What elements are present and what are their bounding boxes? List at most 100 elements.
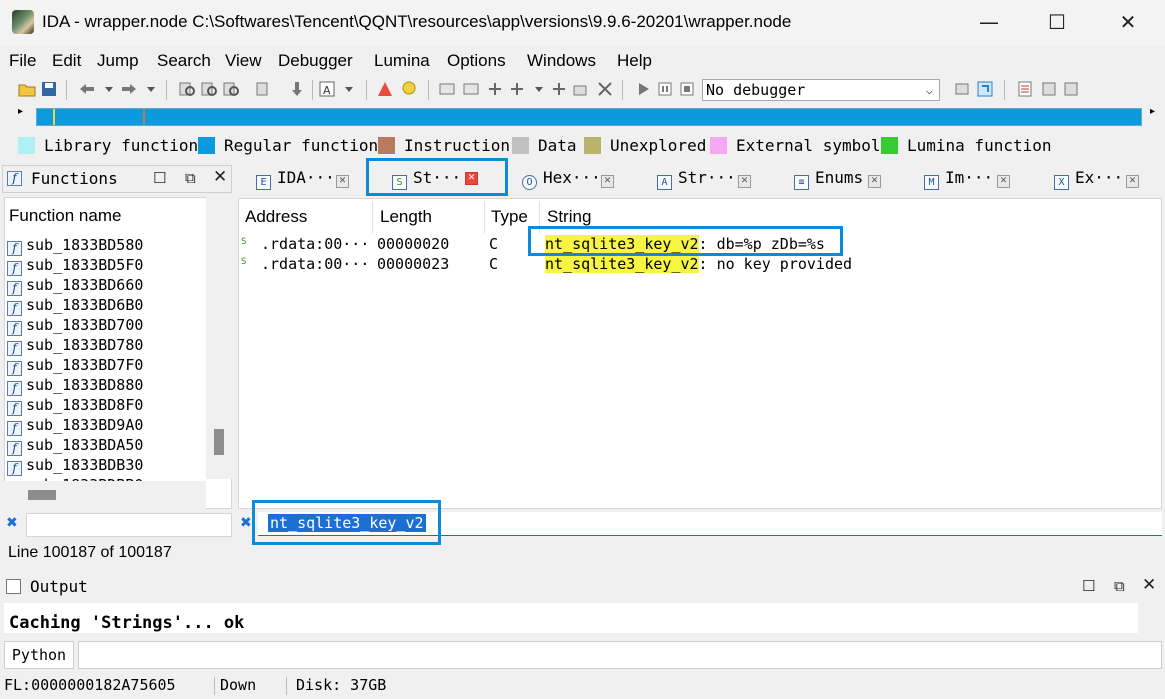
maximize-panel-icon[interactable]: ☐ <box>153 169 166 187</box>
menu-lumina[interactable]: Lumina <box>374 51 430 71</box>
strings-tab-highlight <box>366 158 508 196</box>
menu-view[interactable]: View <box>225 51 262 71</box>
search-next-icon[interactable] <box>254 80 272 98</box>
tab-ida-view-close-icon[interactable]: ✕ <box>336 175 349 188</box>
python-command-input[interactable] <box>78 641 1162 669</box>
nav-band-left-arrow-icon[interactable]: ▸ <box>18 106 23 117</box>
binary-search-icon[interactable] <box>178 80 196 98</box>
tab-structures[interactable]: A Str··· <box>657 168 736 194</box>
list-item[interactable]: f sub_1833BDA50 <box>7 436 143 456</box>
forward-arrow-icon[interactable] <box>120 80 138 98</box>
functions-panel-header[interactable]: f Functions ☐ ⧉ ✕ <box>2 165 232 193</box>
back-dropdown-icon[interactable] <box>100 80 118 98</box>
list-item[interactable]: f sub_1833BD780 <box>7 336 143 356</box>
menu-options[interactable]: Options <box>447 51 506 71</box>
tab-imports[interactable]: M Im··· <box>924 168 993 194</box>
play-icon[interactable] <box>634 80 652 98</box>
list-item[interactable]: f sub_1833BD5F0 <box>7 256 143 276</box>
list-item[interactable]: f sub_1833BD6B0 <box>7 296 143 316</box>
minimize-button[interactable]: — <box>974 10 1004 36</box>
navigation-band[interactable] <box>36 108 1142 126</box>
legend-swatch-library <box>18 137 35 154</box>
run-to-cursor-icon[interactable] <box>976 80 994 98</box>
menu-jump[interactable]: Jump <box>97 51 139 71</box>
plugin-remove-icon[interactable] <box>1062 80 1080 98</box>
add-function-icon[interactable] <box>486 80 504 98</box>
menu-search[interactable]: Search <box>157 51 211 71</box>
immediate-search-icon[interactable] <box>222 80 240 98</box>
maximize-button[interactable]: ☐ <box>1042 10 1072 36</box>
attach-icon[interactable] <box>954 80 972 98</box>
patch-icon[interactable] <box>550 80 568 98</box>
list-item[interactable]: f sub_1833BD700 <box>7 316 143 336</box>
column-header-string[interactable]: String <box>547 207 591 227</box>
functions-horizontal-scroll-thumb[interactable] <box>28 490 56 500</box>
tab-exports[interactable]: X Ex··· <box>1054 168 1123 194</box>
output-panel-header[interactable]: Output ☐ ⧉ ✕ <box>2 574 1162 600</box>
list-item[interactable]: f sub_1833BDB30 <box>7 456 143 476</box>
graph-icon[interactable] <box>438 80 456 98</box>
string-type-icon[interactable]: A <box>318 80 336 98</box>
menu-windows[interactable]: Windows <box>527 51 596 71</box>
back-arrow-icon[interactable] <box>78 80 96 98</box>
save-icon[interactable] <box>40 80 58 98</box>
function-filter-input[interactable] <box>26 513 232 537</box>
tab-ida-view[interactable]: E IDA··· <box>256 168 335 194</box>
column-header-address[interactable]: Address <box>245 207 307 227</box>
row-type: C <box>489 255 499 273</box>
tab-structures-close-icon[interactable]: ✕ <box>738 175 751 188</box>
graph-overview-icon[interactable] <box>462 80 480 98</box>
close-window-button[interactable]: ✕ <box>1113 10 1143 36</box>
column-header-type[interactable]: Type <box>491 207 528 227</box>
forward-dropdown-icon[interactable] <box>142 80 160 98</box>
functions-vertical-scroll-thumb[interactable] <box>214 429 224 455</box>
close-output-icon[interactable]: ✕ <box>1142 575 1156 595</box>
structures-icon: A <box>657 175 672 190</box>
column-header-length[interactable]: Length <box>380 207 432 227</box>
text-search-icon[interactable] <box>200 80 218 98</box>
tab-enums[interactable]: ≡ Enums <box>794 168 863 194</box>
nav-band-right-arrow-icon[interactable]: ▸ <box>1150 106 1155 117</box>
tab-exports-close-icon[interactable]: ✕ <box>1126 175 1139 188</box>
add-item-icon[interactable] <box>508 80 526 98</box>
list-item[interactable]: f sub_1833BD8F0 <box>7 396 143 416</box>
list-icon[interactable] <box>1016 80 1034 98</box>
down-arrow-icon[interactable] <box>288 80 306 98</box>
list-item[interactable]: f sub_1833BD880 <box>7 376 143 396</box>
tab-hex-view[interactable]: O Hex··· <box>522 168 601 194</box>
menu-edit[interactable]: Edit <box>52 51 81 71</box>
tab-hex-view-close-icon[interactable]: ✕ <box>601 175 614 188</box>
open-folder-icon[interactable] <box>18 80 36 98</box>
list-item[interactable]: f sub_1833BD7F0 <box>7 356 143 376</box>
function-icon: f <box>7 441 22 456</box>
plugin-icon[interactable] <box>1040 80 1058 98</box>
warning-icon[interactable] <box>376 80 394 98</box>
list-item[interactable]: f sub_1833BD580 <box>7 236 143 256</box>
lightbulb-icon[interactable] <box>400 80 418 98</box>
edit-icon[interactable] <box>572 80 590 98</box>
close-panel-icon[interactable]: ✕ <box>213 167 227 187</box>
stop-icon[interactable] <box>678 80 696 98</box>
row-address: .rdata:00··· <box>261 255 370 273</box>
python-language-button[interactable]: Python <box>4 641 74 669</box>
menu-file[interactable]: File <box>9 51 36 71</box>
function-name: sub_1833BD780 <box>26 336 144 354</box>
add-dropdown-icon[interactable] <box>530 80 548 98</box>
string-filter-clear-icon[interactable]: ✖ <box>240 515 252 531</box>
list-item[interactable]: f sub_1833BD660 <box>7 276 143 296</box>
tab-imports-close-icon[interactable]: ✕ <box>997 175 1010 188</box>
float-output-icon[interactable]: ⧉ <box>1114 577 1125 595</box>
maximize-output-icon[interactable]: ☐ <box>1082 577 1095 595</box>
menu-debugger[interactable]: Debugger <box>278 51 353 71</box>
menu-help[interactable]: Help <box>617 51 652 71</box>
function-filter-clear-icon[interactable]: ✖ <box>6 515 18 531</box>
list-item[interactable]: f sub_1833BD9A0 <box>7 416 143 436</box>
function-name-column-header[interactable]: Function name <box>9 206 121 226</box>
string-dropdown-icon[interactable] <box>340 80 358 98</box>
functions-list[interactable]: Function name f sub_1833BD580 f sub_1833BD5… <box>4 197 232 509</box>
float-panel-icon[interactable]: ⧉ <box>185 169 196 187</box>
debugger-select[interactable]: No debugger ⌵ <box>702 79 940 101</box>
tab-enums-close-icon[interactable]: ✕ <box>868 175 881 188</box>
pause-icon[interactable] <box>656 80 674 98</box>
delete-icon[interactable] <box>596 80 614 98</box>
